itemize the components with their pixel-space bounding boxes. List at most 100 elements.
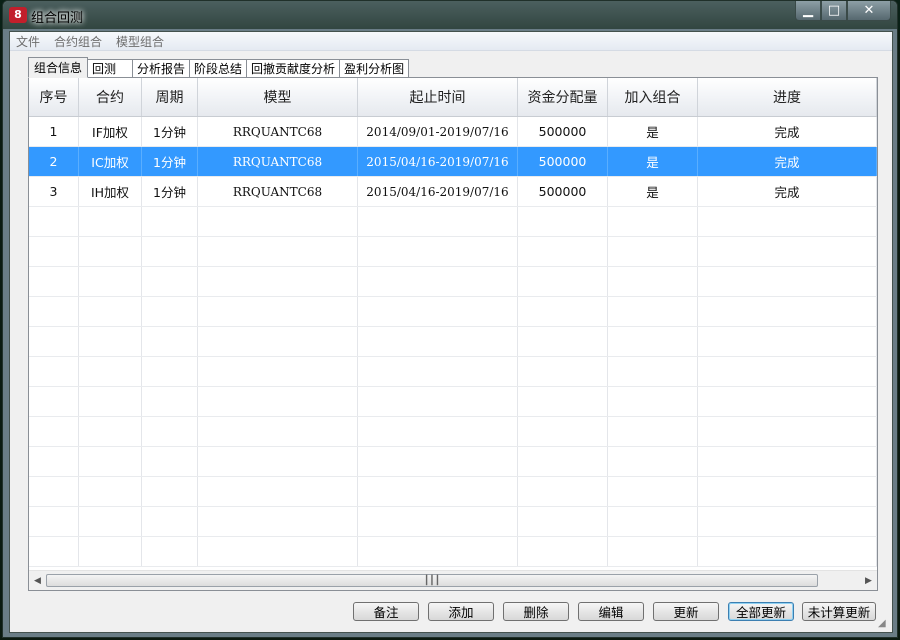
resize-grip-icon[interactable]: ◢ bbox=[878, 618, 890, 630]
delete-button[interactable]: 删除 bbox=[503, 602, 569, 621]
scroll-left-button[interactable]: ◀ bbox=[29, 571, 46, 590]
table-row[interactable] bbox=[29, 357, 877, 387]
table-body: 1 IF加权 1分钟 RRQUANTC68 2014/09/01-2019/07/16 5… bbox=[29, 117, 877, 567]
cell-progress bbox=[698, 477, 877, 506]
cell-contract bbox=[79, 477, 142, 506]
update-button[interactable]: 更新 bbox=[653, 602, 719, 621]
cell-index bbox=[29, 297, 79, 326]
maximize-button[interactable]: □ bbox=[821, 1, 847, 21]
cell-capital bbox=[518, 387, 608, 416]
scroll-thumb[interactable]: ┃┃┃ bbox=[46, 574, 818, 587]
cell-index bbox=[29, 447, 79, 476]
table-row[interactable] bbox=[29, 477, 877, 507]
add-button[interactable]: 添加 bbox=[428, 602, 494, 621]
tab-portfolio-info[interactable]: 组合信息 bbox=[28, 57, 89, 78]
cell-progress bbox=[698, 327, 877, 356]
cell-progress bbox=[698, 357, 877, 386]
table-row[interactable] bbox=[29, 417, 877, 447]
close-button[interactable]: ✕ bbox=[847, 1, 891, 21]
minimize-button[interactable]: ▁ bbox=[795, 1, 821, 21]
cell-period bbox=[142, 207, 198, 236]
cell-index bbox=[29, 507, 79, 536]
cell-contract bbox=[79, 267, 142, 296]
tab-profit-chart[interactable]: 盈利分析图 bbox=[339, 59, 410, 78]
cell-in-portfolio bbox=[608, 417, 698, 446]
table-row[interactable] bbox=[29, 327, 877, 357]
cell-progress bbox=[698, 297, 877, 326]
cell-progress bbox=[698, 507, 877, 536]
cell-contract bbox=[79, 207, 142, 236]
cell-contract bbox=[79, 357, 142, 386]
scroll-right-button[interactable]: ▶ bbox=[860, 571, 877, 590]
cell-in-portfolio bbox=[608, 297, 698, 326]
header-capital[interactable]: 资金分配量 bbox=[518, 78, 608, 116]
tab-backtest[interactable]: 回测 bbox=[87, 59, 134, 78]
cell-period bbox=[142, 387, 198, 416]
header-contract[interactable]: 合约 bbox=[79, 78, 142, 116]
cell-period bbox=[142, 297, 198, 326]
table-row[interactable] bbox=[29, 267, 877, 297]
cell-contract bbox=[79, 537, 142, 566]
cell-capital bbox=[518, 327, 608, 356]
cell-model bbox=[198, 417, 358, 446]
header-model[interactable]: 模型 bbox=[198, 78, 358, 116]
portfolio-table[interactable]: 序号 合约 周期 模型 起止时间 资金分配量 加入组合 进度 1 IF加权 1分钟 R… bbox=[29, 78, 877, 570]
maximize-icon: □ bbox=[827, 3, 841, 18]
cell-index: 2 bbox=[29, 147, 79, 176]
cell-period bbox=[142, 537, 198, 566]
header-index[interactable]: 序号 bbox=[29, 78, 79, 116]
table-row[interactable]: 2 IC加权 1分钟 RRQUANTC68 2015/04/16-2019/07/16 5… bbox=[29, 147, 877, 177]
header-progress[interactable]: 进度 bbox=[698, 78, 877, 116]
tab-drawdown-contribution[interactable]: 回撤贡献度分析 bbox=[246, 59, 341, 78]
cell-progress bbox=[698, 237, 877, 266]
cell-index bbox=[29, 477, 79, 506]
cell-in-portfolio bbox=[608, 387, 698, 416]
cell-index bbox=[29, 207, 79, 236]
cell-capital bbox=[518, 357, 608, 386]
cell-period: 1分钟 bbox=[142, 177, 198, 206]
app-window: 8 组合回测 ▁ □ ✕ 文件 合约组合 模型组合 组合信息 回测 分析报告 阶… bbox=[2, 0, 898, 638]
cell-index bbox=[29, 387, 79, 416]
cell-model bbox=[198, 327, 358, 356]
horizontal-scrollbar[interactable]: ◀ ┃┃┃ ▶ bbox=[29, 570, 877, 590]
cell-date-range bbox=[358, 507, 518, 536]
cell-progress bbox=[698, 387, 877, 416]
header-period[interactable]: 周期 bbox=[142, 78, 198, 116]
cell-date-range bbox=[358, 417, 518, 446]
note-button[interactable]: 备注 bbox=[353, 602, 419, 621]
table-row[interactable] bbox=[29, 237, 877, 267]
table-row[interactable] bbox=[29, 447, 877, 477]
header-date-range[interactable]: 起止时间 bbox=[358, 78, 518, 116]
update-uncomputed-button[interactable]: 未计算更新 bbox=[802, 602, 876, 621]
cell-model bbox=[198, 387, 358, 416]
cell-index: 1 bbox=[29, 117, 79, 146]
title-bar[interactable]: 8 组合回测 ▁ □ ✕ bbox=[3, 1, 897, 29]
table-row[interactable] bbox=[29, 537, 877, 567]
menu-contract-portfolio[interactable]: 合约组合 bbox=[54, 33, 102, 50]
menu-file[interactable]: 文件 bbox=[16, 33, 40, 50]
table-row[interactable] bbox=[29, 387, 877, 417]
cell-progress bbox=[698, 267, 877, 296]
update-all-button[interactable]: 全部更新 bbox=[728, 602, 794, 621]
cell-contract bbox=[79, 447, 142, 476]
table-row[interactable]: 3 IH加权 1分钟 RRQUANTC68 2015/04/16-2019/07/16 5… bbox=[29, 177, 877, 207]
menu-model-portfolio[interactable]: 模型组合 bbox=[116, 33, 164, 50]
table-row[interactable] bbox=[29, 207, 877, 237]
cell-model bbox=[198, 357, 358, 386]
tab-analysis-report[interactable]: 分析报告 bbox=[132, 59, 191, 78]
cell-capital: 500000 bbox=[518, 147, 608, 176]
tab-strip: 组合信息 回测 分析报告 阶段总结 回撤贡献度分析 盈利分析图 bbox=[28, 57, 410, 78]
cell-date-range: 2015/04/16-2019/07/16 bbox=[358, 147, 518, 176]
cell-index bbox=[29, 537, 79, 566]
table-row[interactable] bbox=[29, 507, 877, 537]
window-title: 组合回测 bbox=[31, 11, 84, 26]
table-row[interactable] bbox=[29, 297, 877, 327]
header-in-portfolio[interactable]: 加入组合 bbox=[608, 78, 698, 116]
tab-stage-summary[interactable]: 阶段总结 bbox=[189, 59, 248, 78]
table-row[interactable]: 1 IF加权 1分钟 RRQUANTC68 2014/09/01-2019/07/16 5… bbox=[29, 117, 877, 147]
edit-button[interactable]: 编辑 bbox=[578, 602, 644, 621]
cell-model bbox=[198, 237, 358, 266]
cell-model: RRQUANTC68 bbox=[198, 177, 358, 206]
cell-index bbox=[29, 417, 79, 446]
cell-model bbox=[198, 267, 358, 296]
